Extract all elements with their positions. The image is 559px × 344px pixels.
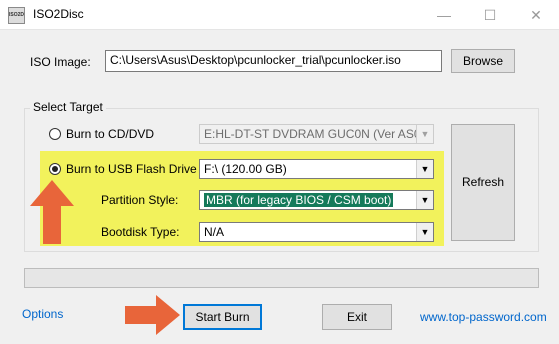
iso-image-label: ISO Image:: [30, 55, 91, 69]
bootdisk-type-dropdown[interactable]: N/A ▼: [199, 222, 434, 242]
chevron-down-icon: ▼: [416, 160, 433, 178]
burn-cd-radio[interactable]: [49, 128, 61, 140]
browse-button[interactable]: Browse: [451, 49, 515, 73]
chevron-down-icon: ▼: [416, 191, 433, 209]
start-burn-button[interactable]: Start Burn: [183, 304, 262, 330]
select-target-title: Select Target: [30, 100, 106, 114]
burn-usb-radio[interactable]: [49, 163, 61, 175]
burn-usb-label[interactable]: Burn to USB Flash Drive: [66, 162, 197, 176]
usb-drive-value: F:\ (120.00 GB): [204, 162, 287, 176]
options-link[interactable]: Options: [22, 307, 63, 321]
burn-cd-label[interactable]: Burn to CD/DVD: [66, 127, 154, 141]
window-title: ISO2Disc: [33, 7, 84, 21]
maximize-button[interactable]: ☐: [467, 0, 513, 30]
progress-bar: [24, 268, 539, 288]
chevron-down-icon: ▼: [416, 223, 433, 241]
iso-path-field[interactable]: C:\Users\Asus\Desktop\pcunlocker_trial\p…: [105, 50, 442, 72]
partition-style-dropdown[interactable]: MBR (for legacy BIOS / CSM boot) ▼: [199, 190, 434, 210]
website-link[interactable]: www.top-password.com: [420, 310, 547, 324]
arrow-right-annotation: [125, 295, 180, 335]
minimize-button[interactable]: —: [421, 0, 467, 30]
bootdisk-type-label: Bootdisk Type:: [101, 225, 180, 239]
chevron-down-icon: ▼: [416, 125, 433, 143]
app-icon: ISO2D: [8, 7, 25, 24]
title-bar: ISO2D ISO2Disc — ☐ ✕: [0, 0, 559, 30]
cd-drive-dropdown: E:HL-DT-ST DVDRAM GUC0N (Ver AS01) ▼: [199, 124, 434, 144]
arrow-up-annotation: [30, 180, 74, 244]
close-button[interactable]: ✕: [513, 0, 559, 30]
bootdisk-type-value: N/A: [204, 225, 225, 239]
exit-button[interactable]: Exit: [322, 304, 392, 330]
cd-drive-value: E:HL-DT-ST DVDRAM GUC0N (Ver AS01): [204, 127, 432, 141]
partition-style-label: Partition Style:: [101, 193, 179, 207]
partition-style-value: MBR (for legacy BIOS / CSM boot): [204, 193, 394, 207]
refresh-button[interactable]: Refresh: [451, 124, 515, 241]
usb-drive-dropdown[interactable]: F:\ (120.00 GB) ▼: [199, 159, 434, 179]
